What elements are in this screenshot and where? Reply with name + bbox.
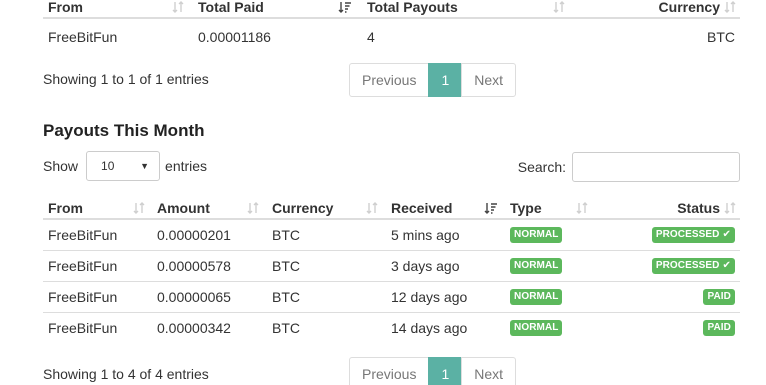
table-row: FreeBitFun 0.00001186 4 BTC [43,18,740,54]
col-header-total-paid[interactable]: Total Paid [193,0,362,19]
sort-desc-icon [338,0,352,14]
cell-from: FreeBitFun [43,249,152,281]
table-header-row: From Total Paid Total Payouts Currency [43,0,740,19]
cell-status: PROCESSED ✔ [630,249,740,281]
col-header-from[interactable]: From [43,197,152,220]
col-header-type[interactable]: Type [505,197,630,220]
col-header-label: Amount [157,199,210,216]
sort-both-icon [723,201,737,215]
sort-both-icon [132,201,146,215]
cell-type: NORMAL [505,280,630,312]
cell-amount: 0.00000578 [152,249,267,281]
col-header-label: Total Payouts [367,0,458,15]
col-header-label: Total Paid [198,0,264,15]
cell-received: 14 days ago [386,311,505,343]
table-row: FreeBitFun 0.00000065 BTC 12 days ago NO… [43,280,740,312]
entries-per-page-value: 10 [101,159,115,173]
table-row: FreeBitFun 0.00000578 BTC 3 days ago NOR… [43,249,740,281]
col-header-total-payouts[interactable]: Total Payouts [362,0,570,19]
cell-from: FreeBitFun [48,28,118,45]
chevron-down-icon: ▼ [140,161,150,171]
status-badge: PAID [703,289,735,306]
status-badge-label: PROCESSED [655,260,720,272]
col-header-label: From [48,199,83,216]
type-badge: NORMAL [510,258,563,275]
col-header-label: Currency [658,0,720,15]
col-header-label: Status [677,199,720,216]
cell-amount: 0.00000342 [152,311,267,343]
cell-from: FreeBitFun [43,311,152,343]
sort-both-icon [365,201,379,215]
cell-currency: BTC [272,226,300,243]
col-header-label: Received [391,199,453,216]
cell-amount: 0.00000201 [157,226,231,243]
sort-both-icon [171,0,185,14]
total-payouts-table: From Total Paid Total Payouts Currency F… [43,0,740,54]
check-icon: ✔ [722,229,731,241]
cell-type: NORMAL [505,219,630,250]
table-header-row: From Amount Currency Received Type Statu… [43,197,740,220]
table-row: FreeBitFun 0.00000201 BTC 5 mins ago NOR… [43,219,740,250]
type-badge: NORMAL [510,320,563,337]
sort-both-icon [723,0,737,14]
cell-currency: BTC [267,249,386,281]
pagination-page-1[interactable]: 1 [428,63,463,97]
col-header-currency[interactable]: Currency [570,0,740,19]
cell-type: NORMAL [505,249,630,281]
search-input[interactable] [572,152,740,182]
cell-received: 12 days ago [386,280,505,312]
table-info: Showing 1 to 4 of 4 entries [43,366,209,382]
payouts-month-table: From Amount Currency Received Type Statu… [43,197,740,343]
search-label: Search: [517,159,566,175]
status-badge-label: PROCESSED [655,229,720,241]
cell-status: PAID [630,280,740,312]
pagination: Previous 1 Next [349,357,517,385]
cell-status: PROCESSED ✔ [630,219,740,250]
type-badge: NORMAL [510,289,563,306]
cell-total-payouts: 4 [367,28,375,45]
sort-both-icon [575,201,589,215]
cell-currency: BTC [267,311,386,343]
col-header-amount[interactable]: Amount [152,197,267,220]
col-header-label: Currency [272,199,334,216]
length-control: Show 10 ▼ entries [43,151,207,181]
cell-received: 5 mins ago [391,226,460,243]
cell-status: PAID [630,311,740,343]
pagination-page-1[interactable]: 1 [428,357,463,385]
cell-from: FreeBitFun [48,226,118,243]
pagination-previous-button[interactable]: Previous [349,357,430,385]
table-info: Showing 1 to 1 of 1 entries [43,71,209,87]
pagination-next-button[interactable]: Next [461,63,517,97]
col-header-label: From [48,0,83,15]
show-label: Show [43,158,79,174]
col-header-status[interactable]: Status [630,197,740,220]
cell-received: 3 days ago [386,249,505,281]
sort-desc-icon [484,201,498,215]
pagination: Previous 1 Next [349,63,517,97]
col-header-label: Type [510,199,542,216]
table-row: FreeBitFun 0.00000342 BTC 14 days ago NO… [43,311,740,343]
section-title: Payouts This Month [43,121,205,140]
cell-type: NORMAL [505,311,630,343]
status-badge: PROCESSED ✔ [651,227,735,244]
cell-amount: 0.00000065 [152,280,267,312]
col-header-from[interactable]: From [43,0,193,19]
sort-both-icon [246,201,260,215]
cell-currency: BTC [707,28,735,45]
cell-currency: BTC [267,280,386,312]
pagination-next-button[interactable]: Next [461,357,517,385]
cell-from: FreeBitFun [43,280,152,312]
status-badge: PROCESSED ✔ [651,258,735,275]
entries-label: entries [165,158,208,174]
status-badge: PAID [703,320,735,337]
col-header-currency[interactable]: Currency [267,197,386,220]
col-header-received[interactable]: Received [386,197,505,220]
entries-per-page-select[interactable]: 10 ▼ [86,151,161,181]
search-control: Search: [518,152,740,182]
pagination-previous-button[interactable]: Previous [349,63,430,97]
sort-both-icon [552,0,566,14]
check-icon: ✔ [722,260,731,272]
cell-total-paid: 0.00001186 [198,28,271,45]
type-badge: NORMAL [510,227,563,244]
